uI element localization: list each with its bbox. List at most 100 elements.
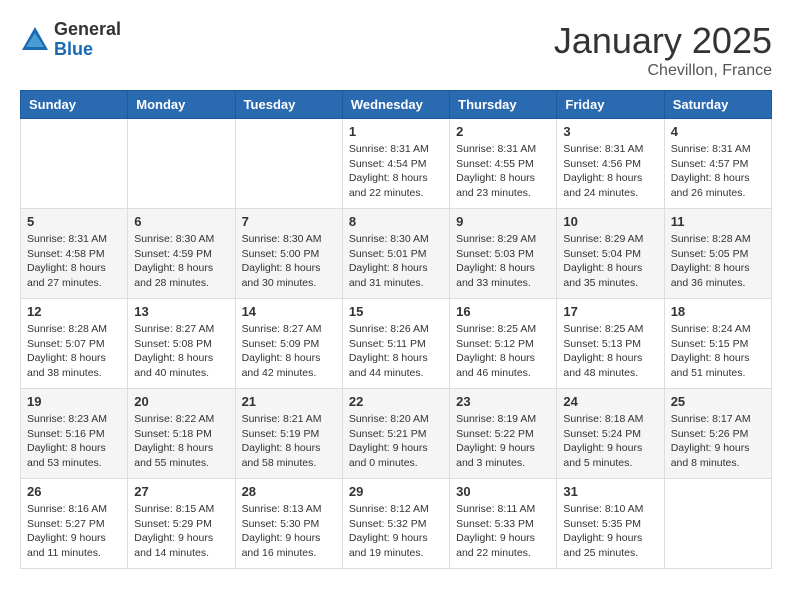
day-info: Sunrise: 8:17 AM Sunset: 5:26 PM Dayligh… (671, 412, 765, 471)
day-number: 11 (671, 214, 765, 229)
day-number: 3 (563, 124, 657, 139)
calendar-cell (664, 479, 771, 569)
day-number: 9 (456, 214, 550, 229)
calendar-cell: 11 Sunrise: 8:28 AM Sunset: 5:05 PM Dayli… (664, 209, 771, 299)
calendar-week-row: 12 Sunrise: 8:28 AM Sunset: 5:07 PM Dayli… (21, 299, 772, 389)
day-info: Sunrise: 8:30 AM Sunset: 4:59 PM Dayligh… (134, 232, 228, 291)
day-number: 31 (563, 484, 657, 499)
weekday-header: Monday (128, 91, 235, 119)
calendar-cell: 14 Sunrise: 8:27 AM Sunset: 5:09 PM Dayli… (235, 299, 342, 389)
day-number: 15 (349, 304, 443, 319)
day-number: 12 (27, 304, 121, 319)
day-number: 17 (563, 304, 657, 319)
logo-blue: Blue (54, 40, 121, 60)
day-number: 6 (134, 214, 228, 229)
calendar-week-row: 19Sunrise: 8:23 AM Sunset: 5:16 PM Dayli… (21, 389, 772, 479)
day-info: Sunrise: 8:26 AM Sunset: 5:11 PM Dayligh… (349, 322, 443, 381)
calendar-cell: 30Sunrise: 8:11 AM Sunset: 5:33 PM Dayli… (450, 479, 557, 569)
calendar-cell: 20Sunrise: 8:22 AM Sunset: 5:18 PM Dayli… (128, 389, 235, 479)
day-info: Sunrise: 8:21 AM Sunset: 5:19 PM Dayligh… (242, 412, 336, 471)
day-info: Sunrise: 8:31 AM Sunset: 4:55 PM Dayligh… (456, 142, 550, 201)
logo-icon (20, 25, 50, 55)
day-number: 22 (349, 394, 443, 409)
weekday-header: Tuesday (235, 91, 342, 119)
day-info: Sunrise: 8:30 AM Sunset: 5:00 PM Dayligh… (242, 232, 336, 291)
day-info: Sunrise: 8:30 AM Sunset: 5:01 PM Dayligh… (349, 232, 443, 291)
day-info: Sunrise: 8:25 AM Sunset: 5:12 PM Dayligh… (456, 322, 550, 381)
calendar-cell: 27 Sunrise: 8:15 AM Sunset: 5:29 PM Dayli… (128, 479, 235, 569)
day-number: 29 (349, 484, 443, 499)
calendar-cell: 4Sunrise: 8:31 AM Sunset: 4:57 PM Daylig… (664, 119, 771, 209)
calendar-cell: 15 Sunrise: 8:26 AM Sunset: 5:11 PM Dayli… (342, 299, 449, 389)
calendar-week-row: 5 Sunrise: 8:31 AM Sunset: 4:58 PM Daylig… (21, 209, 772, 299)
calendar-cell: 26Sunrise: 8:16 AM Sunset: 5:27 PM Dayli… (21, 479, 128, 569)
day-number: 24 (563, 394, 657, 409)
calendar-cell: 10 Sunrise: 8:29 AM Sunset: 5:04 PM Dayli… (557, 209, 664, 299)
calendar-table: SundayMondayTuesdayWednesdayThursdayFrid… (20, 90, 772, 569)
day-number: 19 (27, 394, 121, 409)
day-number: 10 (563, 214, 657, 229)
calendar-cell: 29 Sunrise: 8:12 AM Sunset: 5:32 PM Dayli… (342, 479, 449, 569)
calendar-cell: 19Sunrise: 8:23 AM Sunset: 5:16 PM Dayli… (21, 389, 128, 479)
day-info: Sunrise: 8:16 AM Sunset: 5:27 PM Dayligh… (27, 502, 121, 561)
calendar-header: SundayMondayTuesdayWednesdayThursdayFrid… (21, 91, 772, 119)
calendar-week-row: 1Sunrise: 8:31 AM Sunset: 4:54 PM Daylig… (21, 119, 772, 209)
calendar-cell (21, 119, 128, 209)
day-number: 23 (456, 394, 550, 409)
calendar-cell (128, 119, 235, 209)
day-info: Sunrise: 8:15 AM Sunset: 5:29 PM Dayligh… (134, 502, 228, 561)
day-info: Sunrise: 8:31 AM Sunset: 4:54 PM Dayligh… (349, 142, 443, 201)
title-block: January 2025 Chevillon, France (554, 20, 772, 80)
weekday-header: Saturday (664, 91, 771, 119)
day-info: Sunrise: 8:31 AM Sunset: 4:58 PM Dayligh… (27, 232, 121, 291)
calendar-cell: 22Sunrise: 8:20 AM Sunset: 5:21 PM Dayli… (342, 389, 449, 479)
calendar-cell: 3 Sunrise: 8:31 AM Sunset: 4:56 PM Daylig… (557, 119, 664, 209)
location: Chevillon, France (554, 62, 772, 80)
day-info: Sunrise: 8:27 AM Sunset: 5:09 PM Dayligh… (242, 322, 336, 381)
day-info: Sunrise: 8:29 AM Sunset: 5:03 PM Dayligh… (456, 232, 550, 291)
day-number: 13 (134, 304, 228, 319)
calendar-cell: 28 Sunrise: 8:13 AM Sunset: 5:30 PM Dayli… (235, 479, 342, 569)
calendar-week-row: 26Sunrise: 8:16 AM Sunset: 5:27 PM Dayli… (21, 479, 772, 569)
calendar-cell: 7 Sunrise: 8:30 AM Sunset: 5:00 PM Daylig… (235, 209, 342, 299)
day-number: 21 (242, 394, 336, 409)
weekday-header: Friday (557, 91, 664, 119)
day-info: Sunrise: 8:28 AM Sunset: 5:07 PM Dayligh… (27, 322, 121, 381)
day-number: 14 (242, 304, 336, 319)
day-info: Sunrise: 8:11 AM Sunset: 5:33 PM Dayligh… (456, 502, 550, 561)
weekday-header: Thursday (450, 91, 557, 119)
calendar-cell: 23 Sunrise: 8:19 AM Sunset: 5:22 PM Dayli… (450, 389, 557, 479)
calendar-cell: 6 Sunrise: 8:30 AM Sunset: 4:59 PM Daylig… (128, 209, 235, 299)
day-info: Sunrise: 8:31 AM Sunset: 4:56 PM Dayligh… (563, 142, 657, 201)
calendar-cell (235, 119, 342, 209)
day-info: Sunrise: 8:29 AM Sunset: 5:04 PM Dayligh… (563, 232, 657, 291)
calendar-cell: 16 Sunrise: 8:25 AM Sunset: 5:12 PM Dayli… (450, 299, 557, 389)
day-info: Sunrise: 8:10 AM Sunset: 5:35 PM Dayligh… (563, 502, 657, 561)
calendar-cell: 25Sunrise: 8:17 AM Sunset: 5:26 PM Dayli… (664, 389, 771, 479)
calendar-cell: 17 Sunrise: 8:25 AM Sunset: 5:13 PM Dayli… (557, 299, 664, 389)
calendar-cell: 21 Sunrise: 8:21 AM Sunset: 5:19 PM Dayli… (235, 389, 342, 479)
day-number: 7 (242, 214, 336, 229)
calendar-cell: 8 Sunrise: 8:30 AM Sunset: 5:01 PM Daylig… (342, 209, 449, 299)
weekday-header-row: SundayMondayTuesdayWednesdayThursdayFrid… (21, 91, 772, 119)
day-number: 28 (242, 484, 336, 499)
calendar-cell: 12 Sunrise: 8:28 AM Sunset: 5:07 PM Dayli… (21, 299, 128, 389)
page-header: General Blue January 2025 Chevillon, Fra… (20, 20, 772, 80)
day-number: 5 (27, 214, 121, 229)
day-info: Sunrise: 8:25 AM Sunset: 5:13 PM Dayligh… (563, 322, 657, 381)
day-number: 16 (456, 304, 550, 319)
weekday-header: Sunday (21, 91, 128, 119)
day-number: 8 (349, 214, 443, 229)
weekday-header: Wednesday (342, 91, 449, 119)
calendar-cell: 5 Sunrise: 8:31 AM Sunset: 4:58 PM Daylig… (21, 209, 128, 299)
calendar-cell: 2Sunrise: 8:31 AM Sunset: 4:55 PM Daylig… (450, 119, 557, 209)
day-info: Sunrise: 8:19 AM Sunset: 5:22 PM Dayligh… (456, 412, 550, 471)
day-info: Sunrise: 8:27 AM Sunset: 5:08 PM Dayligh… (134, 322, 228, 381)
day-number: 27 (134, 484, 228, 499)
day-info: Sunrise: 8:28 AM Sunset: 5:05 PM Dayligh… (671, 232, 765, 291)
day-number: 4 (671, 124, 765, 139)
day-info: Sunrise: 8:13 AM Sunset: 5:30 PM Dayligh… (242, 502, 336, 561)
day-info: Sunrise: 8:12 AM Sunset: 5:32 PM Dayligh… (349, 502, 443, 561)
calendar-cell: 9 Sunrise: 8:29 AM Sunset: 5:03 PM Daylig… (450, 209, 557, 299)
day-number: 20 (134, 394, 228, 409)
